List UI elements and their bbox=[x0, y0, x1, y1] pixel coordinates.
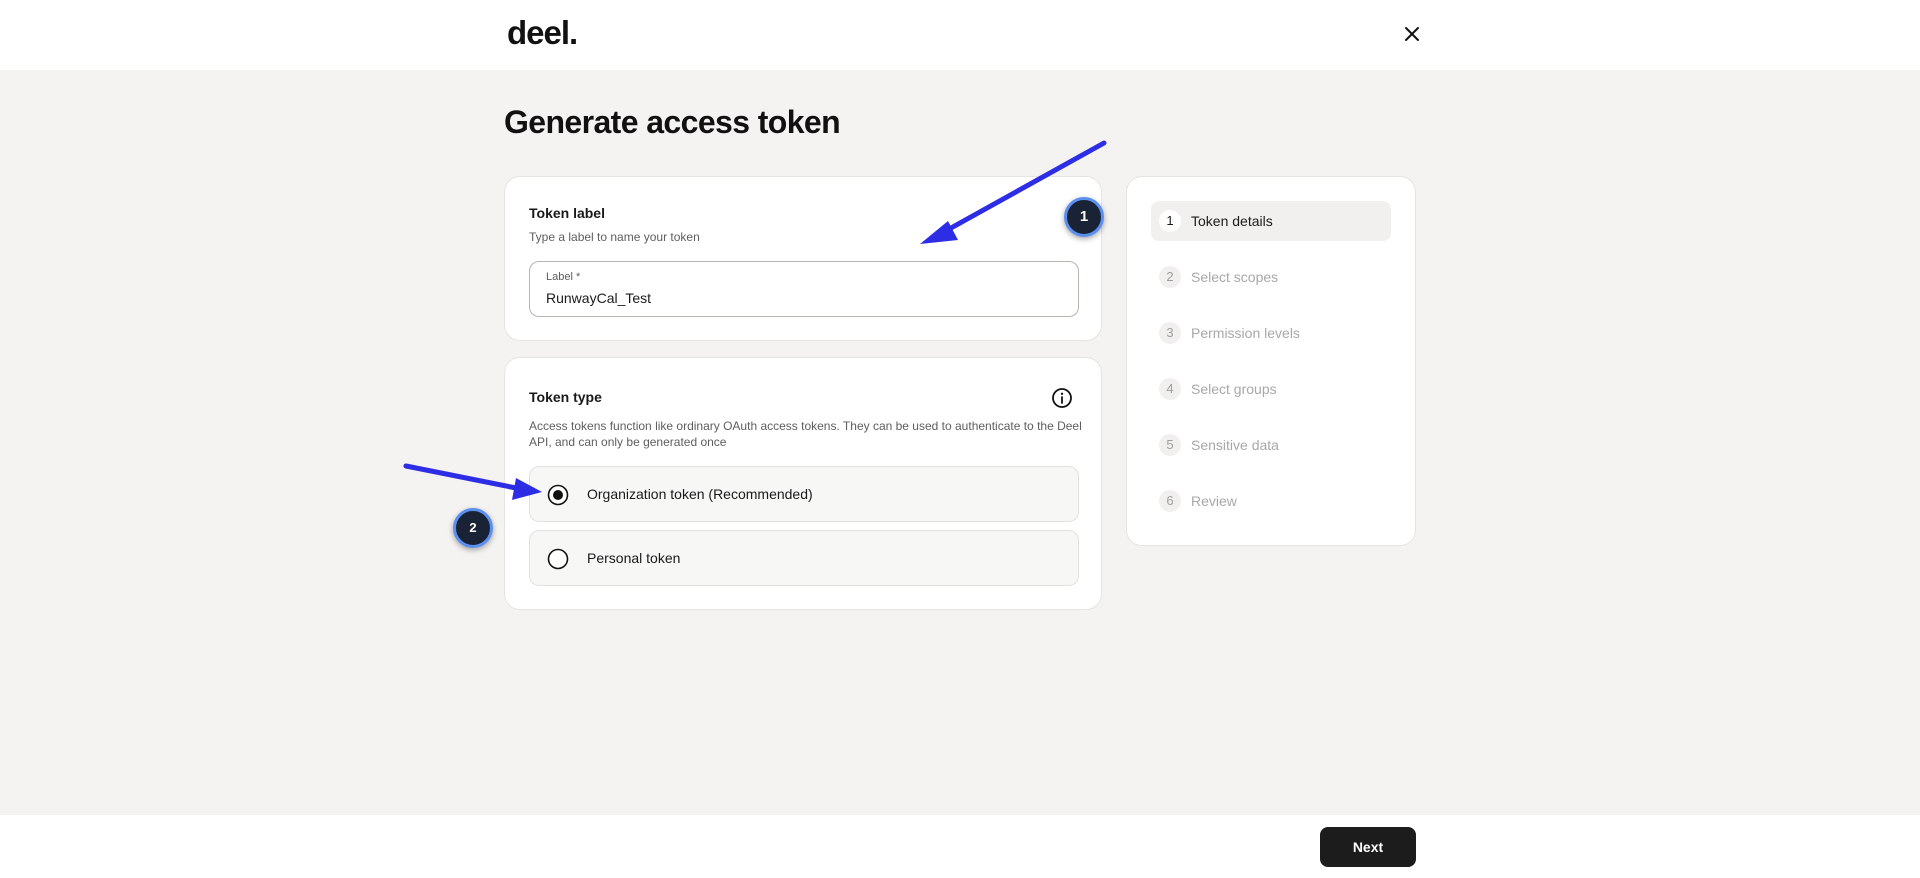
token-type-title: Token type bbox=[529, 389, 602, 405]
radio-selected-icon[interactable] bbox=[547, 484, 569, 506]
deel-logo[interactable]: deel. bbox=[507, 14, 578, 52]
option-organization-label: Organization token (Recommended) bbox=[587, 486, 813, 502]
option-personal-token[interactable]: Personal token bbox=[529, 530, 1079, 586]
radio-unselected-icon[interactable] bbox=[547, 548, 569, 570]
token-label-subtitle: Type a label to name your token bbox=[529, 230, 700, 244]
annotation-marker-1: 1 bbox=[1064, 197, 1104, 237]
progress-stepper: 1 Token details 2 Select scopes 3 Permis… bbox=[1126, 176, 1416, 546]
step-permission-levels[interactable]: 3 Permission levels bbox=[1151, 313, 1391, 353]
footer-bar bbox=[0, 815, 1920, 878]
step-sensitive-data[interactable]: 5 Sensitive data bbox=[1151, 425, 1391, 465]
label-input[interactable]: Label * RunwayCal_Test bbox=[529, 261, 1079, 317]
step-number: 1 bbox=[1159, 210, 1181, 232]
info-icon[interactable] bbox=[1051, 387, 1073, 409]
step-label: Select scopes bbox=[1191, 269, 1279, 285]
option-personal-label: Personal token bbox=[587, 550, 681, 566]
token-label-card: Token label Type a label to name your to… bbox=[504, 176, 1102, 341]
step-number: 4 bbox=[1159, 378, 1181, 400]
step-select-scopes[interactable]: 2 Select scopes bbox=[1151, 257, 1391, 297]
step-number: 3 bbox=[1159, 322, 1181, 344]
step-token-details[interactable]: 1 Token details bbox=[1151, 201, 1391, 241]
label-input-value[interactable]: RunwayCal_Test bbox=[546, 290, 651, 306]
step-number: 5 bbox=[1159, 434, 1181, 456]
top-bar: deel. bbox=[0, 0, 1920, 70]
label-input-caption: Label * bbox=[546, 271, 581, 283]
step-review[interactable]: 6 Review bbox=[1151, 481, 1391, 521]
step-number: 2 bbox=[1159, 266, 1181, 288]
token-type-card: Token type Access tokens function like o… bbox=[504, 357, 1102, 610]
close-icon[interactable] bbox=[1400, 22, 1424, 46]
option-organization-token[interactable]: Organization token (Recommended) bbox=[529, 466, 1079, 522]
step-label: Token details bbox=[1191, 213, 1273, 229]
annotation-marker-2: 2 bbox=[453, 508, 493, 548]
next-button[interactable]: Next bbox=[1320, 827, 1416, 867]
step-label: Sensitive data bbox=[1191, 437, 1279, 453]
step-label: Permission levels bbox=[1191, 325, 1300, 341]
annotation-arrow-2 bbox=[403, 463, 519, 491]
step-select-groups[interactable]: 4 Select groups bbox=[1151, 369, 1391, 409]
token-type-description: Access tokens function like ordinary OAu… bbox=[529, 419, 1082, 449]
token-label-title: Token label bbox=[529, 205, 605, 221]
page-title: Generate access token bbox=[504, 104, 841, 140]
step-label: Select groups bbox=[1191, 381, 1277, 397]
step-number: 6 bbox=[1159, 490, 1181, 512]
step-label: Review bbox=[1191, 493, 1237, 509]
